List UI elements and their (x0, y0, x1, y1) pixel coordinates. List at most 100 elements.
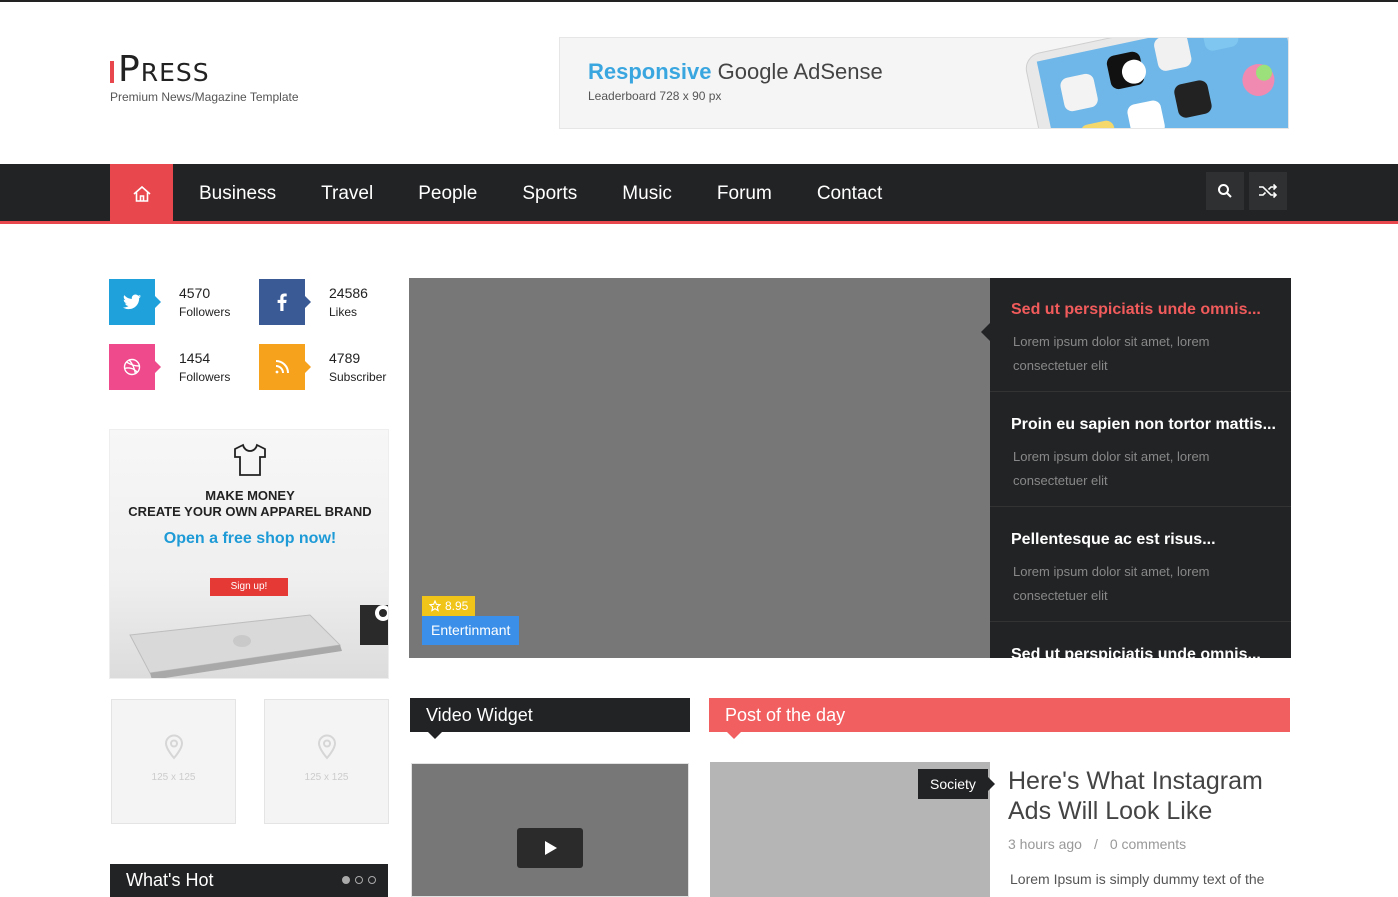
apparel-line1: MAKE MONEY (205, 488, 295, 503)
whats-hot-title: What's Hot (126, 870, 214, 890)
facebook-label: Likes (329, 305, 358, 319)
rating-value: 8.95 (445, 599, 469, 613)
shuffle-icon (1259, 183, 1278, 199)
ad-title: Responsive Google AdSense (588, 59, 883, 85)
nav-item-business[interactable]: Business (199, 183, 276, 205)
post-time: 3 hours ago (1008, 836, 1082, 852)
phone-illustration (1025, 38, 1288, 128)
whats-hot-pager (342, 876, 376, 884)
nav-item-music[interactable]: Music (622, 183, 672, 205)
nav-item-forum[interactable]: Forum (717, 183, 772, 205)
slider-item[interactable]: Sed ut perspiciatis unde omnis... Lorem … (990, 278, 1291, 392)
dribbble-label: Followers (179, 370, 231, 384)
slider-category-badge[interactable]: Entertinmant (422, 616, 520, 645)
pager-dot-1[interactable] (342, 876, 350, 884)
main-nav: Business Travel People Sports Music Foru… (0, 164, 1398, 224)
post-meta: 3 hours ago / 0 comments (1008, 836, 1186, 852)
post-comments-link[interactable]: 0 comments (1110, 836, 1186, 852)
site-logo[interactable]: Press Premium News/Magazine Template (110, 52, 299, 104)
slider-item[interactable]: Sed ut perspiciatis unde omnis... (990, 623, 1291, 658)
post-headline[interactable]: Here's What Instagram Ads Will Look Like (1008, 766, 1298, 826)
slider-item-excerpt: Lorem ipsum dolor sit amet, lorem consec… (1013, 564, 1210, 603)
pager-dot-2[interactable] (355, 876, 363, 884)
leaderboard-ad[interactable]: Responsive Google AdSense Leaderboard 72… (559, 37, 1289, 129)
slider-item-excerpt: Lorem ipsum dolor sit amet, lorem consec… (1013, 449, 1210, 488)
laptop-illustration (129, 605, 388, 678)
play-icon (545, 841, 557, 855)
apparel-ad[interactable]: MAKE MONEY CREATE YOUR OWN APPAREL BRAND… (109, 429, 389, 679)
logo-text: Press (118, 49, 210, 90)
slider-active-pointer (981, 322, 991, 342)
rss-count: 4789 (329, 350, 361, 366)
ad-title-rest: Google AdSense (711, 59, 883, 84)
video-widget-header: Video Widget (410, 698, 690, 739)
slider-item[interactable]: Pellentesque ac est risus... Lorem ipsum… (990, 508, 1291, 622)
random-post-button[interactable] (1249, 172, 1287, 210)
post-of-day-header: Post of the day (709, 698, 1290, 739)
nav-item-contact[interactable]: Contact (817, 183, 882, 205)
nav-home-button[interactable] (110, 164, 173, 224)
meta-separator: / (1093, 836, 1098, 852)
dribbble-icon (123, 358, 141, 376)
dribbble-square (109, 344, 161, 390)
slider-item-title: Pellentesque ac est risus... (1011, 531, 1216, 548)
home-icon (132, 185, 151, 202)
post-of-day-title: Post of the day (725, 705, 846, 725)
apparel-line2: CREATE YOUR OWN APPAREL BRAND (128, 504, 372, 519)
facebook-count: 24586 (329, 285, 368, 301)
signup-button[interactable]: Sign up! (210, 578, 288, 596)
whats-hot-header: What's Hot (110, 864, 388, 897)
play-button[interactable] (517, 828, 583, 868)
nav-item-travel[interactable]: Travel (321, 183, 373, 205)
slider-list: Sed ut perspiciatis unde omnis... Lorem … (990, 278, 1291, 658)
search-icon (1218, 184, 1232, 198)
map-pin-icon (317, 734, 337, 760)
ad-title-highlight: Responsive (588, 59, 712, 84)
search-button[interactable] (1206, 172, 1244, 210)
twitter-count: 4570 (179, 285, 211, 301)
small-ad-2[interactable]: 125 x 125 (264, 699, 389, 824)
logo-tagline: Premium News/Magazine Template (110, 90, 299, 104)
dribbble-counter[interactable]: 1454 Followers (109, 344, 249, 390)
slider-item-title: Proin eu sapien non tortor mattis... (1011, 416, 1276, 433)
rss-icon (275, 360, 289, 374)
twitter-label: Followers (179, 305, 231, 319)
video-widget-title: Video Widget (426, 705, 533, 725)
featured-slider-image[interactable] (409, 278, 990, 658)
slider-item[interactable]: Proin eu sapien non tortor mattis... Lor… (990, 393, 1291, 507)
star-icon (429, 600, 441, 612)
small-ad-1[interactable]: 125 x 125 (111, 699, 236, 824)
slider-item-title: Sed ut perspiciatis unde omnis... (1011, 646, 1261, 658)
twitter-icon (123, 294, 141, 310)
slider-item-title: Sed ut perspiciatis unde omnis... (1011, 301, 1261, 318)
nav-item-people[interactable]: People (418, 183, 477, 205)
rss-counter[interactable]: 4789 Subscriber (259, 344, 399, 390)
twitter-square (109, 279, 161, 325)
map-pin-icon (164, 734, 184, 760)
top-border (0, 0, 1398, 2)
header-pointer (727, 732, 741, 739)
ad-subtitle: Leaderboard 728 x 90 px (588, 89, 722, 103)
facebook-counter[interactable]: 24586 Likes (259, 279, 399, 325)
post-excerpt: Lorem Ipsum is simply dummy text of the (1010, 871, 1265, 887)
logo-accent-bar (110, 61, 114, 83)
nav-menu: Business Travel People Sports Music Foru… (199, 164, 927, 224)
logo-mark: Press (110, 52, 299, 88)
rating-badge: 8.95 (422, 596, 476, 616)
facebook-icon (277, 293, 287, 311)
header-pointer (428, 732, 442, 739)
small-ad-2-size: 125 x 125 (304, 772, 349, 783)
twitter-counter[interactable]: 4570 Followers (109, 279, 249, 325)
nav-item-sports[interactable]: Sports (522, 183, 577, 205)
post-category-badge[interactable]: Society (918, 769, 995, 799)
slider-item-excerpt: Lorem ipsum dolor sit amet, lorem consec… (1013, 334, 1210, 373)
apparel-cta: Open a free shop now! (163, 530, 337, 547)
facebook-square (259, 279, 311, 325)
dribbble-count: 1454 (179, 350, 211, 366)
rss-label: Subscriber (329, 370, 387, 384)
video-player[interactable] (411, 763, 689, 897)
tshirt-icon (234, 443, 266, 476)
pager-dot-3[interactable] (368, 876, 376, 884)
rss-square (259, 344, 311, 390)
small-ad-1-size: 125 x 125 (151, 772, 196, 783)
